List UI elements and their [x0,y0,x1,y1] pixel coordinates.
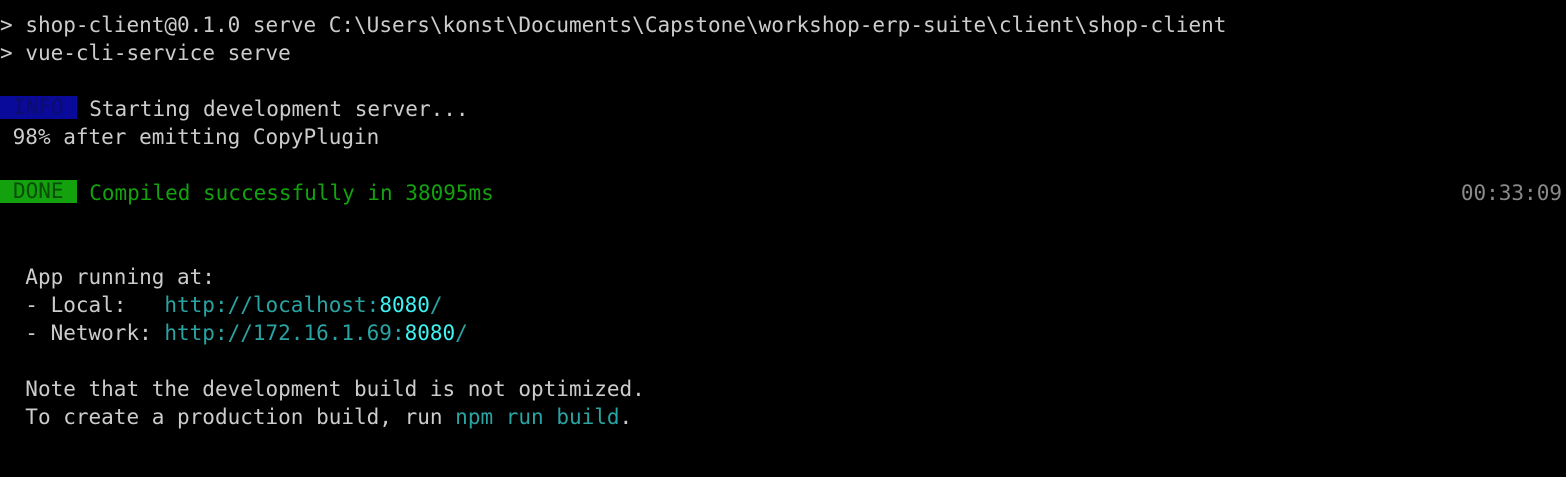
command-text: vue-cli-service serve [25,41,291,65]
progress-line: 98% after emitting CopyPlugin [0,123,380,151]
app-running-heading: App running at: [0,263,215,291]
timestamp: 00:33:09 [1460,181,1562,205]
local-port: 8080 [379,293,430,317]
local-url-text: http://localhost: [164,293,380,317]
network-url-line: - Network: http://172.16.1.69:8080/ [0,319,468,347]
command-line-2: > vue-cli-service serve [0,39,291,67]
note-suffix: . [619,405,633,429]
build-command: npm run build [455,405,620,429]
prompt-symbol: > [0,41,13,65]
local-url-line: - Local: http://localhost:8080/ [0,291,442,319]
local-label: - Local: [25,293,165,317]
progress-text: 98% after emitting CopyPlugin [12,125,380,149]
network-url-link[interactable]: http://172.16.1.69:8080/ [164,321,467,345]
network-port: 8080 [404,321,456,345]
command-line-1: > shop-client@0.1.0 serve C:\Users\konst… [0,11,1226,39]
app-heading-text: App running at: [25,265,215,289]
prompt-symbol: > [0,13,13,37]
network-url-slash: / [455,321,468,345]
note-prefix: To create a production build, run [25,405,456,429]
done-line: DONE Compiled successfully in 38095ms 00:… [0,179,1566,207]
note-text: Note that the development build is not o… [25,377,645,401]
done-badge: DONE [0,180,77,203]
local-url-slash: / [429,293,443,317]
network-url-text: http://172.16.1.69: [164,321,405,345]
info-message: Starting development server... [89,97,469,121]
command-text: shop-client@0.1.0 serve C:\Users\konst\D… [25,13,1227,37]
terminal-window[interactable]: > shop-client@0.1.0 serve C:\Users\konst… [0,0,1566,477]
note-line-1: Note that the development build is not o… [0,375,645,403]
info-badge: INFO [0,96,77,119]
note-line-2: To create a production build, run npm ru… [0,403,632,431]
info-line: INFO Starting development server... [0,95,469,123]
local-url-link[interactable]: http://localhost:8080/ [164,293,442,317]
network-label: - Network: [25,321,165,345]
done-message: Compiled successfully in 38095ms [89,181,494,205]
